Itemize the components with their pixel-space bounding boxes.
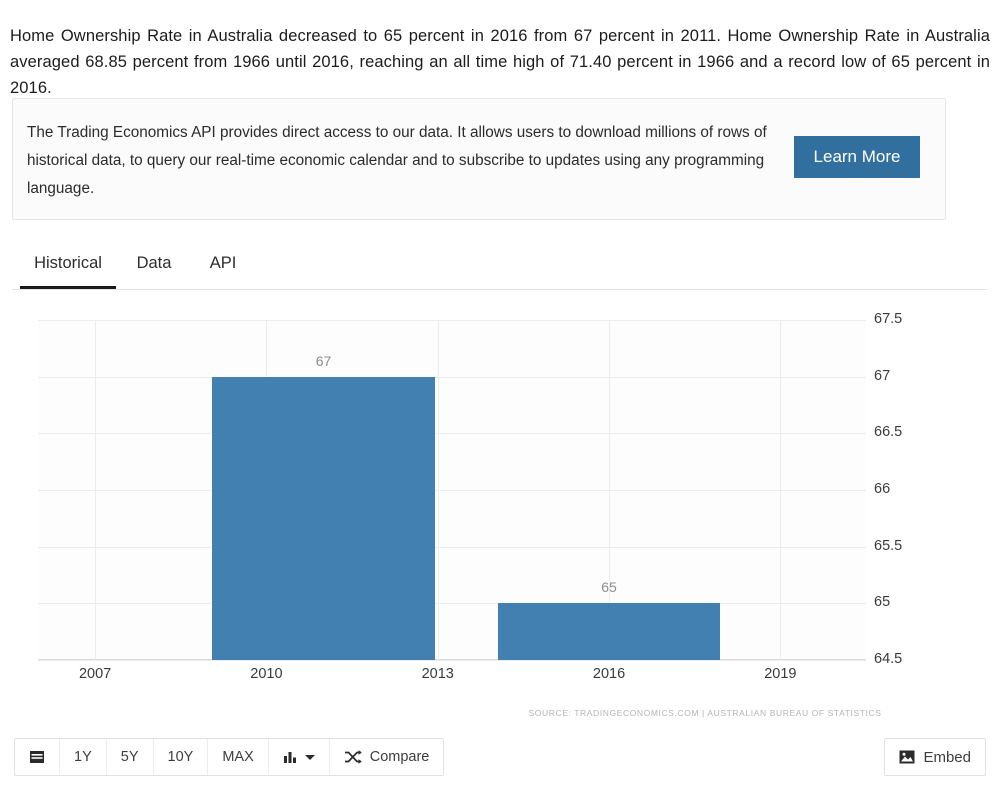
learn-more-button[interactable]: Learn More — [794, 136, 920, 178]
shuffle-icon — [344, 750, 362, 764]
api-promo-box: The Trading Economics API provides direc… — [12, 98, 946, 220]
x-tick-label: 2010 — [250, 666, 283, 682]
range-1y-button[interactable]: 1Y — [60, 739, 107, 775]
range-5y-button[interactable]: 5Y — [106, 739, 154, 775]
chevron-down-icon — [304, 754, 315, 761]
tab-api[interactable]: API — [202, 242, 244, 289]
chart-type-dropdown[interactable] — [268, 739, 330, 775]
gridline-horizontal — [38, 546, 866, 548]
embed-label: Embed — [923, 748, 971, 766]
y-tick-label: 64.5 — [874, 651, 903, 667]
chart-plot-area[interactable]: 67 65 — [38, 320, 866, 661]
calendar-icon — [29, 749, 45, 765]
y-tick-label: 67.5 — [874, 311, 903, 327]
compare-label: Compare — [369, 749, 430, 765]
gridline-horizontal — [38, 320, 866, 321]
tab-bar: Historical Data API — [12, 242, 987, 290]
gridline-vertical — [437, 320, 439, 660]
page-root: Home Ownership Rate in Australia decreas… — [0, 0, 1000, 802]
compare-button[interactable]: Compare — [329, 739, 444, 775]
tab-historical[interactable]: Historical — [20, 242, 116, 289]
bar-value-label: 67 — [315, 352, 332, 369]
bar-value-label: 65 — [601, 579, 617, 596]
x-tick-label: 2007 — [78, 666, 112, 682]
chart-source-attribution: SOURCE: TRADINGECONOMICS.COM | AUSTRALIA… — [528, 708, 882, 718]
chart-bar[interactable] — [497, 603, 721, 660]
y-tick-label: 66.5 — [874, 424, 903, 441]
gridline-horizontal — [38, 376, 866, 378]
x-tick-label: 2019 — [764, 666, 797, 682]
gridline-vertical — [780, 320, 782, 660]
y-tick-label: 66 — [874, 481, 891, 497]
range-10y-button[interactable]: 10Y — [153, 739, 209, 775]
image-icon — [899, 750, 915, 764]
bar-chart-icon — [283, 750, 299, 764]
embed-button[interactable]: Embed — [884, 738, 986, 776]
gridline-horizontal — [38, 490, 866, 491]
gridline-vertical — [95, 320, 97, 660]
x-tick-label: 2016 — [592, 666, 626, 682]
y-tick-label: 67 — [874, 367, 891, 384]
gridline-horizontal — [38, 603, 866, 605]
range-max-button[interactable]: MAX — [208, 739, 269, 775]
calendar-button[interactable] — [15, 739, 60, 775]
chart-toolbar: 1Y 5Y 10Y MAX Compare — [14, 738, 445, 776]
chart-container[interactable]: 67 65 67.5 67 66.5 66 65.5 65 64.5 2007 2010 2013… — [0, 300, 1000, 730]
intro-paragraph: Home Ownership Rate in Australia decreas… — [10, 26, 990, 97]
tab-data[interactable]: Data — [130, 242, 178, 289]
api-promo-text: The Trading Economics API provides direc… — [27, 124, 767, 197]
y-tick-label: 65.5 — [874, 537, 903, 554]
gridline-horizontal — [38, 433, 866, 435]
y-tick-label: 65 — [874, 594, 891, 611]
chart-bar[interactable] — [212, 376, 435, 660]
x-tick-label: 2013 — [421, 666, 454, 682]
gridline-horizontal — [38, 660, 866, 661]
